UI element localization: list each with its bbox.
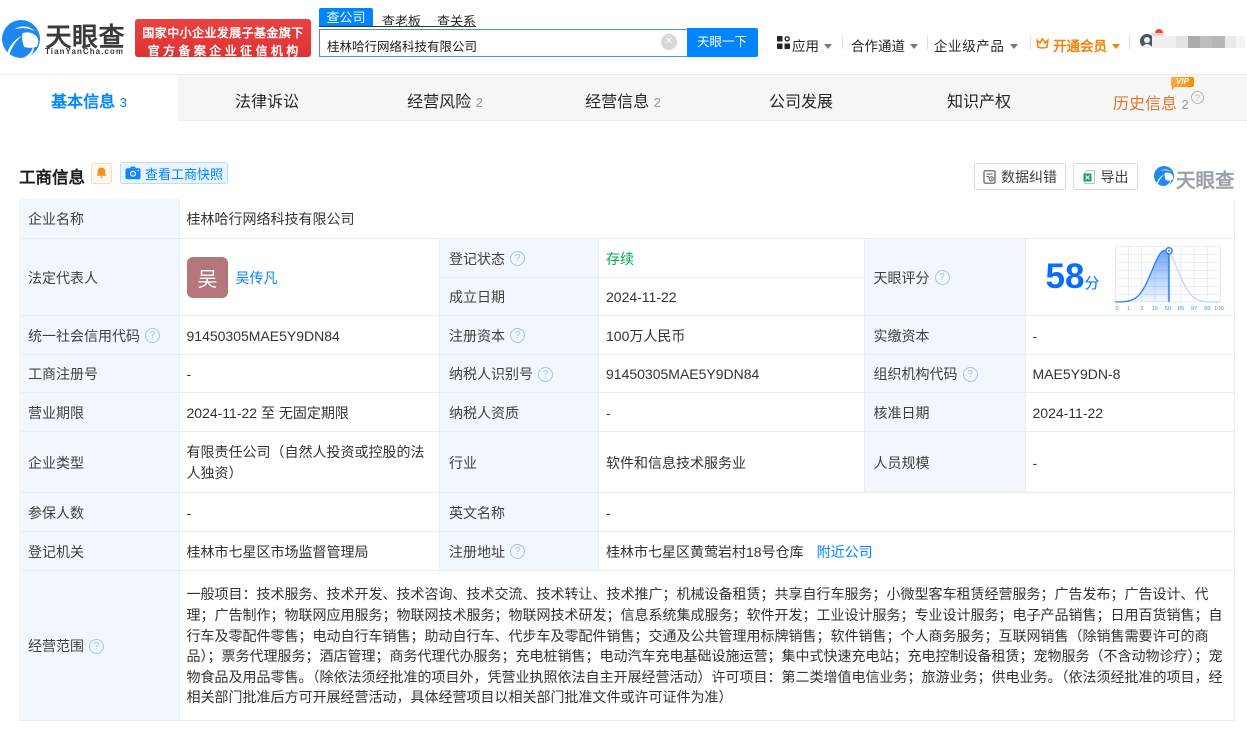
svg-text:99: 99 <box>1204 306 1210 312</box>
svg-text:100: 100 <box>1214 306 1224 312</box>
svg-text:0: 0 <box>1115 306 1118 312</box>
svg-text:1: 1 <box>1126 306 1129 312</box>
svg-text:3: 3 <box>1139 306 1142 312</box>
svg-text:50: 50 <box>1164 306 1170 312</box>
svg-text:97: 97 <box>1190 306 1196 312</box>
svg-text:85: 85 <box>1177 306 1183 312</box>
svg-text:15: 15 <box>1151 306 1157 312</box>
